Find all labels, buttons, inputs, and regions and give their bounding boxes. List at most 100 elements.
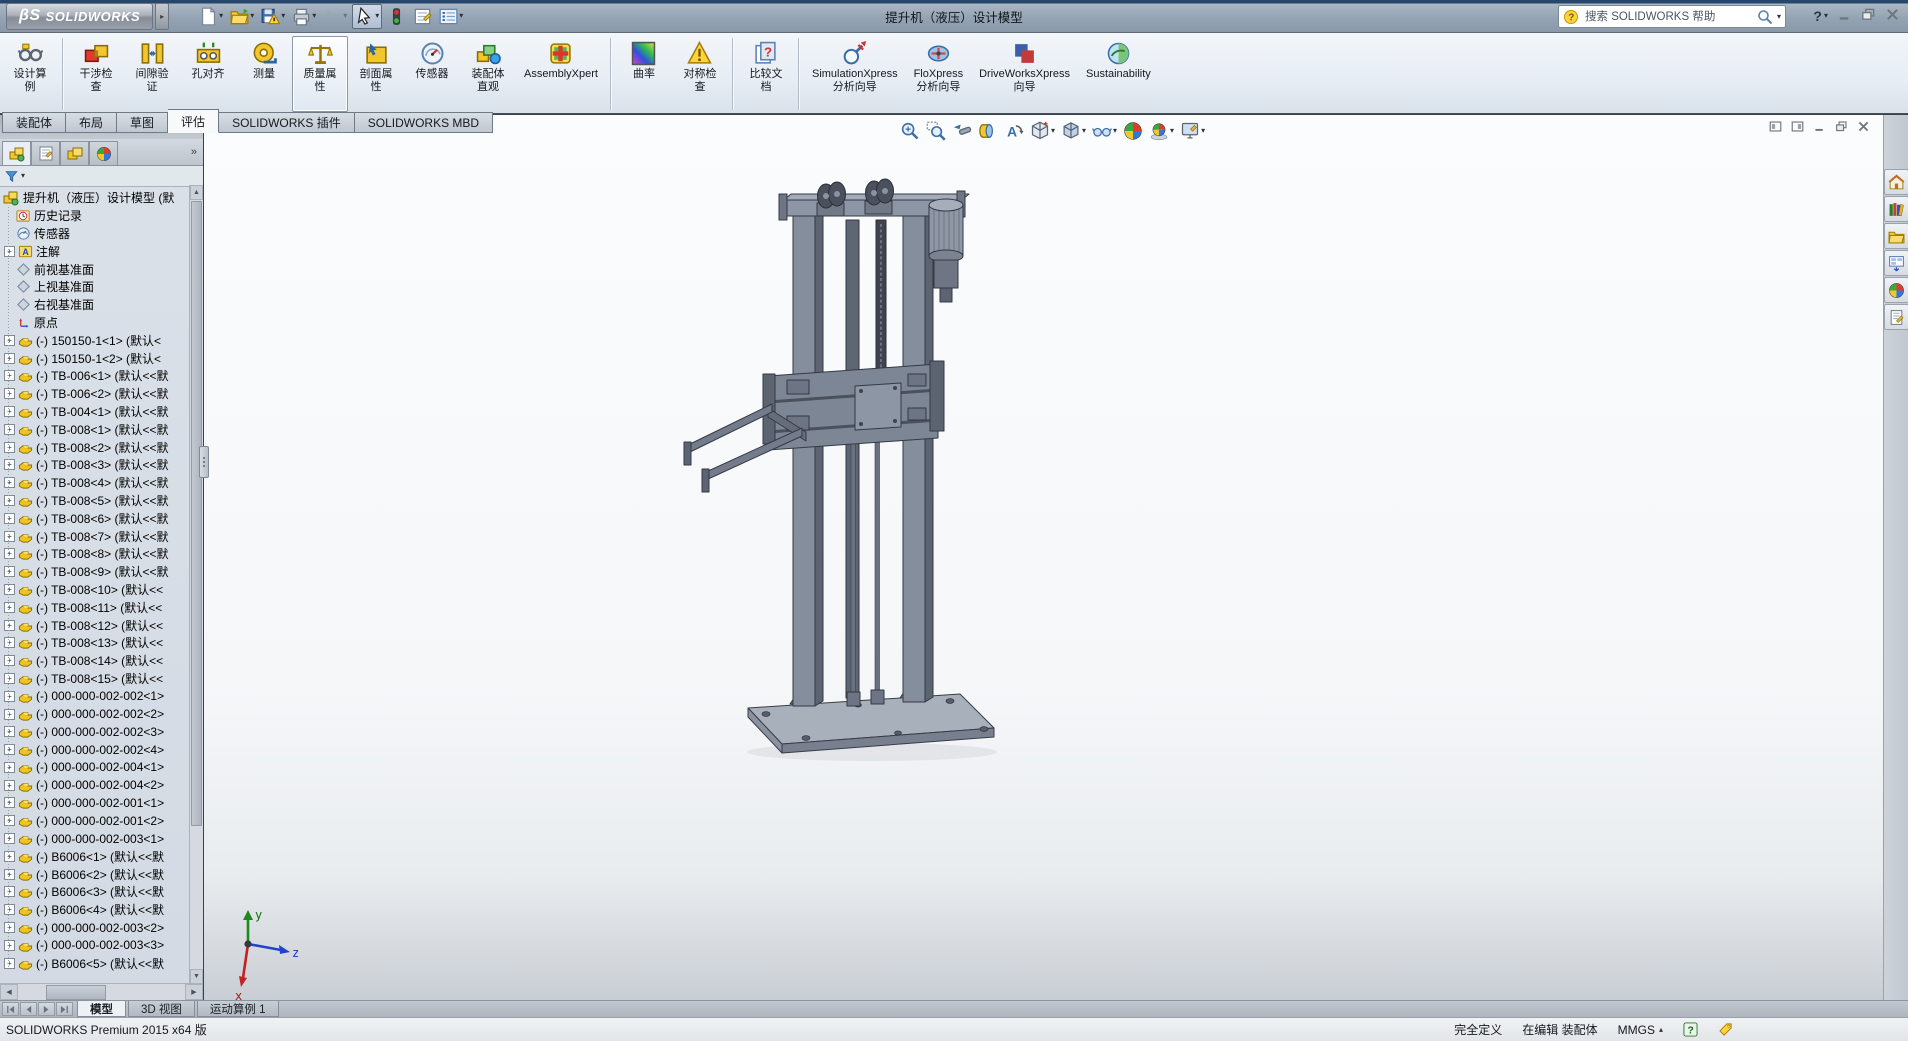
command-tab[interactable]: 评估 [168,109,219,133]
tree-expand-box[interactable]: + [4,851,15,862]
dropdown-arrow[interactable]: ▾ [219,12,223,20]
tree-expand-box[interactable]: + [4,513,15,524]
dropdown-arrow[interactable]: ▾ [281,12,285,20]
ribbon-button-clearance-verify[interactable]: 间隙验 证 [124,36,180,112]
tree-item[interactable]: +(-) 000-000-002-003<2> [0,919,188,937]
tree-item[interactable]: 右视基准面 [0,296,188,314]
tree-item[interactable]: 传感器 [0,225,188,243]
tree-expand-box[interactable]: + [4,762,15,773]
tree-item[interactable]: +(-) 000-000-002-002<3> [0,723,188,741]
tree-item[interactable]: +(-) TB-008<2> (默认<<默 [0,438,188,456]
tree-item[interactable]: +(-) B6006<3> (默认<<默 [0,883,188,901]
tree-expand-box[interactable]: + [4,691,15,702]
ribbon-button-floxpress[interactable]: FloXpress 分析向导 [906,36,972,112]
command-tab[interactable]: 草图 [117,112,168,133]
panel-tab-propertymanager[interactable] [31,141,60,165]
headsup-zoom-area-button[interactable] [924,119,948,143]
open-folder-button[interactable]: ▾ [228,5,256,28]
tree-expand-box[interactable]: + [4,353,15,364]
tree-expand-box[interactable]: + [4,531,15,542]
nav-prev-button[interactable] [20,1002,37,1016]
tree-item[interactable]: +(-) TB-008<12> (默认<< [0,616,188,634]
ribbon-button-sustainability[interactable]: Sustainability [1078,36,1159,112]
restore-button[interactable] [1861,7,1876,25]
status-text[interactable]: MMGS▴ [1618,1023,1663,1037]
tree-item[interactable]: +(-) B6006<2> (默认<<默 [0,865,188,883]
tree-item[interactable]: +(-) 000-000-002-001<2> [0,812,188,830]
taskpane-custom-properties-button[interactable] [1884,304,1908,330]
tree-expand-box[interactable]: + [4,584,15,595]
tree-item[interactable]: 前视基准面 [0,260,188,278]
save-button[interactable]: ▾ [259,5,287,28]
ribbon-button-compare-documents[interactable]: ?比较文 档 [738,36,794,112]
tree-item[interactable]: +(-) TB-008<3> (默认<<默 [0,456,188,474]
tree-expand-box[interactable]: + [4,406,15,417]
scroll-left-arrow[interactable]: ◀ [0,984,18,1000]
help-button[interactable]: ?▾ [1813,8,1828,24]
ribbon-button-simulationxpress[interactable]: SimulationXpress 分析向导 [804,36,906,112]
minimize-button[interactable] [1837,7,1852,25]
tree-expand-box[interactable]: + [4,637,15,648]
tree-expand-box[interactable]: + [4,620,15,631]
dropdown-arrow[interactable]: ▾ [312,12,316,20]
command-tab[interactable]: SOLIDWORKS MBD [355,112,493,133]
ribbon-button-mass-properties[interactable]: 质量属 性 [292,36,348,112]
tree-expand-box[interactable]: + [4,726,15,737]
panel-splitter-grip[interactable] [199,446,209,478]
window-close-button[interactable] [1856,120,1871,136]
scroll-down-arrow[interactable]: ▼ [190,969,203,984]
headsup-edit-appearance-button[interactable] [1121,119,1145,143]
print-button[interactable]: ▾ [290,5,318,28]
ribbon-button-assemblyxpert[interactable]: AssemblyXpert [516,36,606,112]
panel-tab-configurationmanager[interactable] [60,141,89,165]
tree-expand-box[interactable]: + [4,709,15,720]
nav-last-button[interactable] [56,1002,73,1016]
tree-expand-box[interactable]: + [4,566,15,577]
tree-expand-box[interactable]: + [4,477,15,488]
headsup-section-view-button[interactable] [976,119,1000,143]
tree-expand-box[interactable]: + [4,958,15,969]
window-minimize-button[interactable] [1812,120,1827,136]
tree-item[interactable]: +(-) TB-008<7> (默认<<默 [0,527,188,545]
command-tab[interactable]: 布局 [66,112,117,133]
dropdown-arrow[interactable]: ▾ [1201,127,1205,135]
window-restore-button[interactable] [1834,120,1849,136]
tree-item[interactable]: +(-) TB-008<13> (默认<< [0,634,188,652]
headsup-view-settings-button[interactable]: ▾ [1178,119,1207,143]
ribbon-button-symmetry-check[interactable]: 对称检 查 [672,36,728,112]
panel-tab-featuremanager[interactable] [2,141,31,165]
taskpane-solidworks-resources-button[interactable] [1884,169,1908,195]
document-tab[interactable]: 3D 视图 [128,1001,195,1017]
tree-expand-box[interactable]: + [4,655,15,666]
tree-expand-box[interactable]: + [4,424,15,435]
undo-button[interactable]: ▾ [321,5,349,28]
tree-item[interactable]: +(-) TB-008<11> (默认<< [0,598,188,616]
file-properties-button[interactable] [411,5,434,28]
dropdown-arrow[interactable]: ▾ [343,12,347,20]
ribbon-button-design-study[interactable]: 设计算 例 [2,36,58,112]
tree-item[interactable]: +A注解 [0,242,188,260]
tree-item[interactable]: +(-) TB-008<9> (默认<<默 [0,563,188,581]
ribbon-button-curvature[interactable]: 曲率 [616,36,672,112]
close-button[interactable] [1885,7,1900,25]
command-tab[interactable]: SOLIDWORKS 插件 [219,112,355,133]
dropdown-arrow[interactable]: ▾ [1082,127,1086,135]
ribbon-button-section-properties[interactable]: 剖面属 性 [348,36,404,112]
scroll-thumb[interactable] [46,985,106,1000]
options-list-button[interactable]: ▾ [437,5,465,28]
dropdown-arrow[interactable]: ▾ [375,12,379,20]
tree-expand-box[interactable]: + [4,442,15,453]
tree-item[interactable]: +(-) 000-000-002-002<4> [0,741,188,759]
panel-tab-displaymanager[interactable] [89,141,118,165]
tree-item[interactable]: +(-) TB-008<15> (默认<< [0,670,188,688]
dropdown-arrow[interactable]: ▾ [1051,127,1055,135]
tree-item[interactable]: +(-) TB-008<4> (默认<<默 [0,474,188,492]
search-magnifier-icon[interactable] [1757,9,1773,25]
taskpane-view-palette-button[interactable] [1884,250,1908,276]
tree-expand-box[interactable]: + [4,815,15,826]
headsup-previous-view-button[interactable] [950,119,974,143]
taskpane-appearances-button[interactable] [1884,277,1908,303]
scroll-up-arrow[interactable]: ▲ [190,185,203,200]
tree-expand-box[interactable]: + [4,797,15,808]
filter-icon[interactable] [5,170,18,183]
